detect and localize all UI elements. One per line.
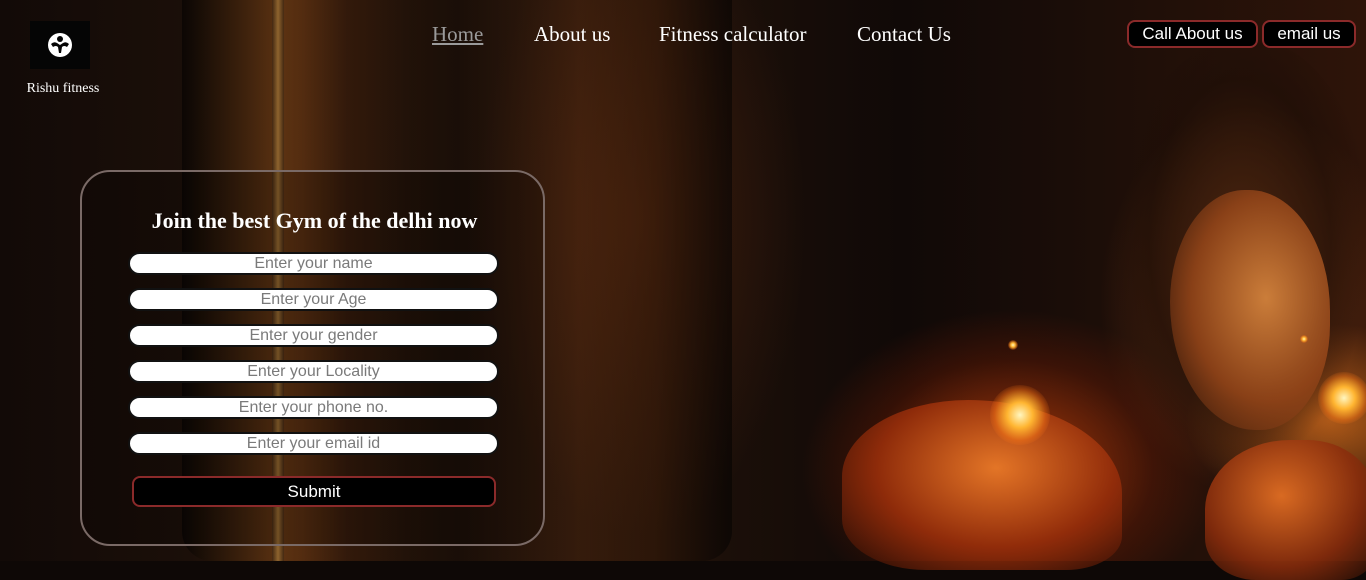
phone-input[interactable] <box>128 396 499 419</box>
call-about-us-button[interactable]: Call About us <box>1127 20 1258 48</box>
spark-effect <box>990 385 1050 445</box>
spark-effect <box>1008 340 1018 350</box>
form-title: Join the best Gym of the delhi now <box>151 208 478 233</box>
email-input[interactable] <box>128 432 499 455</box>
name-input[interactable] <box>128 252 499 275</box>
submit-button[interactable]: Submit <box>132 476 496 507</box>
nav-fitness-calculator[interactable]: Fitness calculator <box>659 22 807 47</box>
nav-home[interactable]: Home <box>432 22 483 47</box>
email-us-button[interactable]: email us <box>1262 20 1356 48</box>
locality-input[interactable] <box>128 360 499 383</box>
boxing-glove-right-image <box>1205 440 1366 580</box>
spark-effect <box>1300 335 1308 343</box>
gender-input[interactable] <box>128 324 499 347</box>
spark-effect <box>1318 372 1366 424</box>
nav-about-us[interactable]: About us <box>534 22 610 47</box>
brand-name: Rishu fitness <box>26 81 100 96</box>
age-input[interactable] <box>128 288 499 311</box>
join-gym-form: Join the best Gym of the delhi now Submi… <box>80 170 545 546</box>
nav-contact-us[interactable]: Contact Us <box>857 22 951 47</box>
